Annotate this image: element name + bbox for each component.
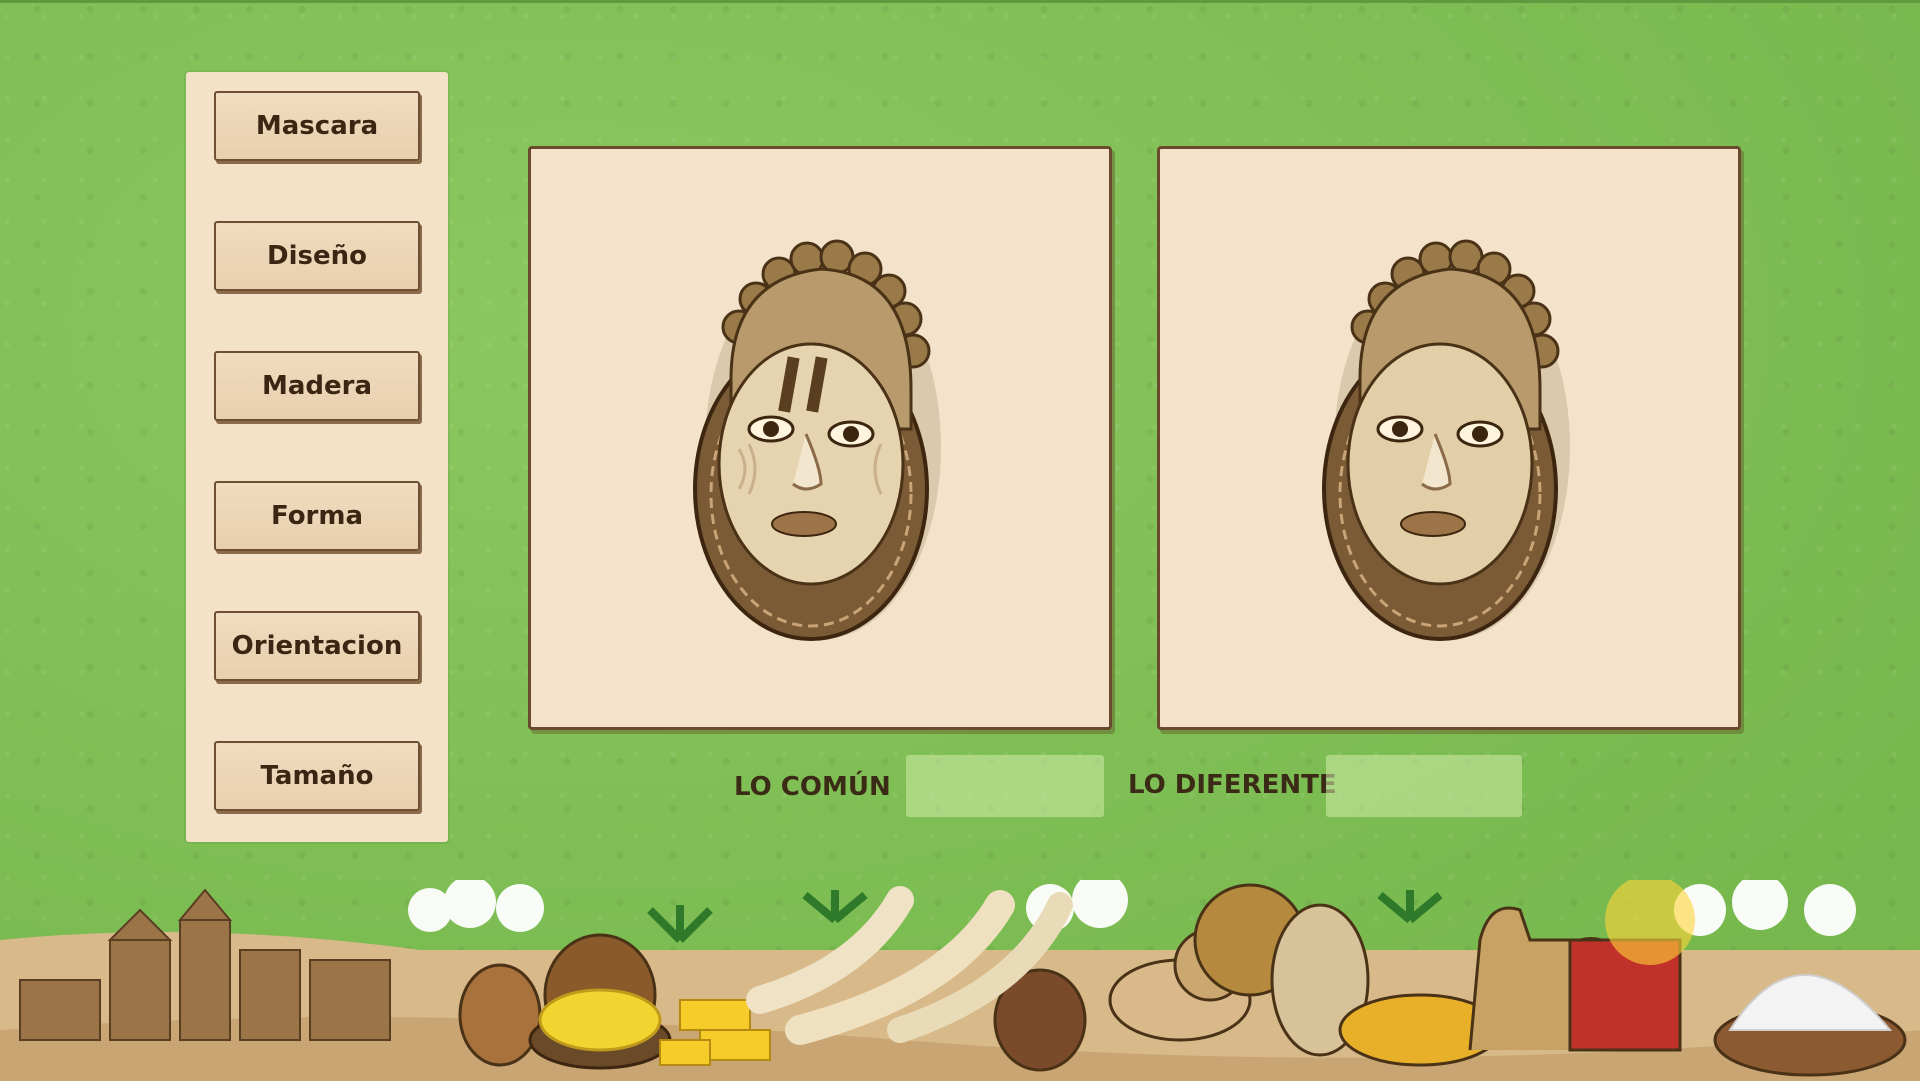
word-card-forma[interactable]: Forma: [214, 481, 420, 551]
different-drop-zone[interactable]: [1326, 755, 1522, 817]
african-mask-plain-icon: [1322, 239, 1570, 641]
word-card-mascara[interactable]: Mascara: [214, 91, 420, 161]
top-border: [0, 0, 1920, 3]
different-label: LO DIFERENTE: [1128, 770, 1337, 800]
african-market-scenery-icon: [0, 880, 1920, 1081]
word-card-diseno[interactable]: Diseño: [214, 221, 420, 291]
common-label: LO COMÚN: [734, 772, 891, 802]
word-bank-panel: Mascara Diseño Madera Forma Orientacion …: [186, 72, 448, 842]
word-card-madera[interactable]: Madera: [214, 351, 420, 421]
common-drop-zone[interactable]: [906, 755, 1104, 817]
african-mask-with-scarification-icon: [693, 239, 941, 641]
word-card-orientacion[interactable]: Orientacion: [214, 611, 420, 681]
mask-plain-card: [1157, 146, 1741, 730]
mask-with-marks-card: [528, 146, 1112, 730]
word-card-tamano[interactable]: Tamaño: [214, 741, 420, 811]
